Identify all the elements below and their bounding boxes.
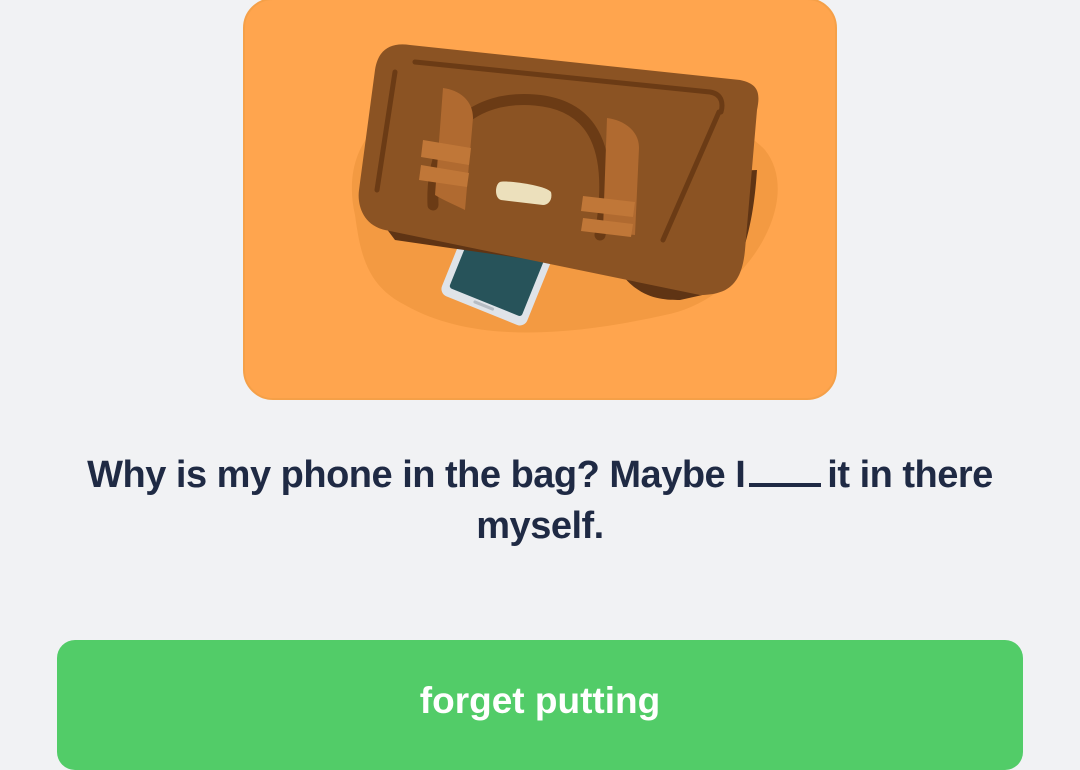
question-text: Why is my phone in the bag? Maybe Iit in… — [60, 450, 1020, 552]
bag-with-phone-icon — [351, 44, 778, 333]
answer-blank — [749, 453, 822, 487]
illustration-card — [243, 0, 837, 400]
question-before-blank: Why is my phone in the bag? Maybe I — [87, 454, 746, 496]
answer-option-button[interactable]: forget putting — [57, 640, 1023, 770]
answer-option-label: forget putting — [419, 680, 661, 721]
